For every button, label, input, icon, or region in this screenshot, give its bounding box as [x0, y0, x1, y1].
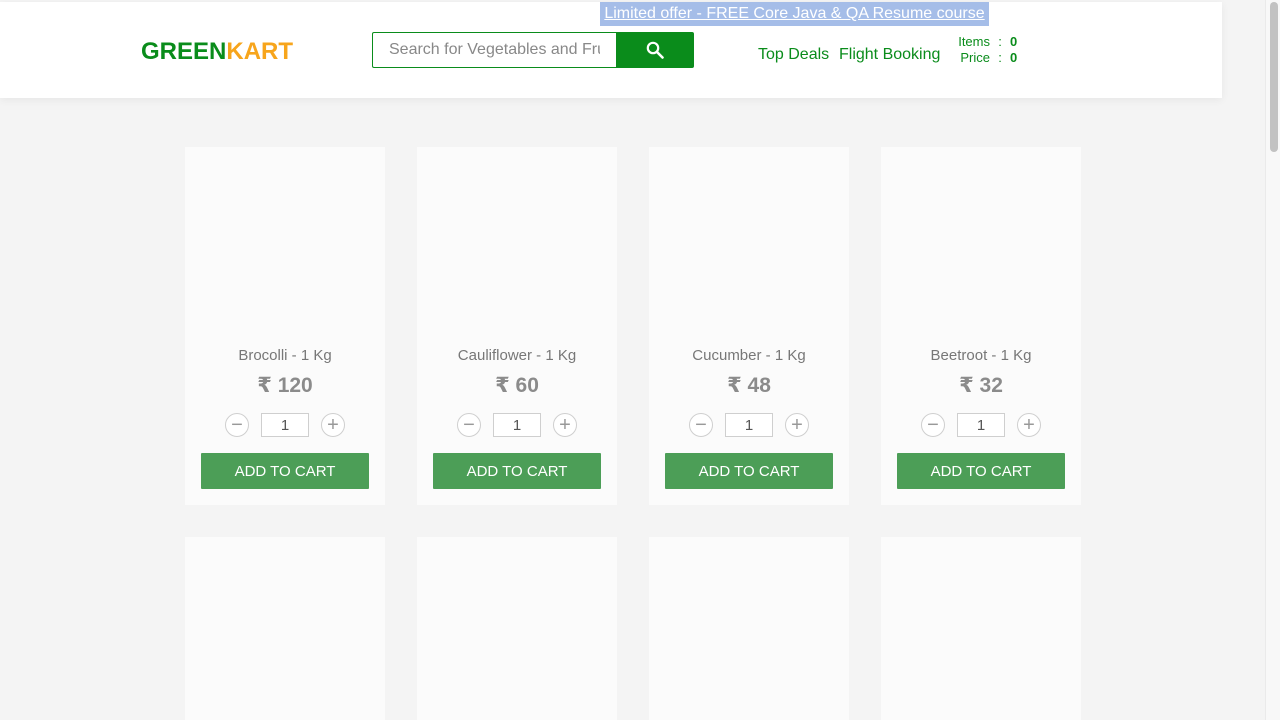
product-image	[649, 147, 849, 337]
product-price: ₹ 32	[959, 374, 1003, 397]
increment-button[interactable]: +	[785, 413, 809, 437]
search-input[interactable]	[372, 32, 616, 68]
logo-kart: KART	[226, 38, 294, 65]
top-deals-link[interactable]: Top Deals	[758, 46, 829, 64]
quantity-input[interactable]	[261, 413, 309, 437]
cart-items-separator: :	[998, 34, 1002, 49]
product-price: ₹ 120	[257, 374, 313, 397]
greenkart-logo[interactable]: GREENKART	[141, 38, 293, 66]
quantity-input[interactable]	[725, 413, 773, 437]
product-card	[417, 537, 617, 720]
cart-items-count: 0	[1010, 34, 1018, 49]
product-name: Cucumber - 1 Kg	[692, 347, 806, 364]
quantity-stepper: − +	[457, 412, 577, 438]
add-to-cart-button[interactable]: ADD TO CART	[897, 453, 1065, 489]
product-name: Brocolli - 1 Kg	[238, 347, 332, 364]
quantity-stepper: − +	[689, 412, 809, 438]
add-to-cart-button[interactable]: ADD TO CART	[665, 453, 833, 489]
cart-items-label: Items	[958, 34, 990, 49]
decrement-button[interactable]: −	[689, 413, 713, 437]
product-name: Beetroot - 1 Kg	[930, 347, 1032, 364]
search-icon	[646, 41, 664, 59]
product-image	[881, 147, 1081, 337]
product-image	[185, 147, 385, 337]
search-button[interactable]	[616, 32, 694, 68]
product-price: ₹ 48	[727, 374, 771, 397]
add-to-cart-button[interactable]: ADD TO CART	[433, 453, 601, 489]
cart-items-row: Items : 0	[930, 34, 1040, 50]
product-card: Cucumber - 1 Kg ₹ 48 − + ADD TO CART	[649, 147, 849, 505]
cart-summary[interactable]: Items : 0 Price : 0	[930, 34, 1040, 66]
cart-price-separator: :	[998, 50, 1002, 65]
product-card	[185, 537, 385, 720]
increment-button[interactable]: +	[1017, 413, 1041, 437]
product-card: Beetroot - 1 Kg ₹ 32 − + ADD TO CART	[881, 147, 1081, 505]
scrollbar-thumb[interactable]	[1270, 2, 1278, 152]
product-image	[417, 147, 617, 337]
limited-offer-link[interactable]: Limited offer - FREE Core Java & QA Resu…	[600, 2, 989, 26]
cart-price-row: Price : 0	[930, 50, 1040, 66]
product-price: ₹ 60	[495, 374, 539, 397]
product-grid: Brocolli - 1 Kg ₹ 120 − + ADD TO CART Ca…	[185, 147, 1081, 720]
search-bar	[372, 32, 694, 70]
quantity-input[interactable]	[493, 413, 541, 437]
decrement-button[interactable]: −	[225, 413, 249, 437]
quantity-stepper: − +	[921, 412, 1041, 438]
product-card: Cauliflower - 1 Kg ₹ 60 − + ADD TO CART	[417, 147, 617, 505]
product-card	[649, 537, 849, 720]
logo-green: GREEN	[141, 38, 227, 65]
page-scrollbar[interactable]	[1265, 0, 1280, 720]
quantity-input[interactable]	[957, 413, 1005, 437]
decrement-button[interactable]: −	[921, 413, 945, 437]
cart-price-value: 0	[1010, 50, 1018, 65]
product-name: Cauliflower - 1 Kg	[457, 347, 577, 364]
flight-booking-link[interactable]: Flight Booking	[839, 46, 940, 64]
increment-button[interactable]: +	[321, 413, 345, 437]
cart-price-label: Price	[960, 50, 990, 65]
add-to-cart-button[interactable]: ADD TO CART	[201, 453, 369, 489]
product-card: Brocolli - 1 Kg ₹ 120 − + ADD TO CART	[185, 147, 385, 505]
quantity-stepper: − +	[225, 412, 345, 438]
product-card	[881, 537, 1081, 720]
increment-button[interactable]: +	[553, 413, 577, 437]
decrement-button[interactable]: −	[457, 413, 481, 437]
